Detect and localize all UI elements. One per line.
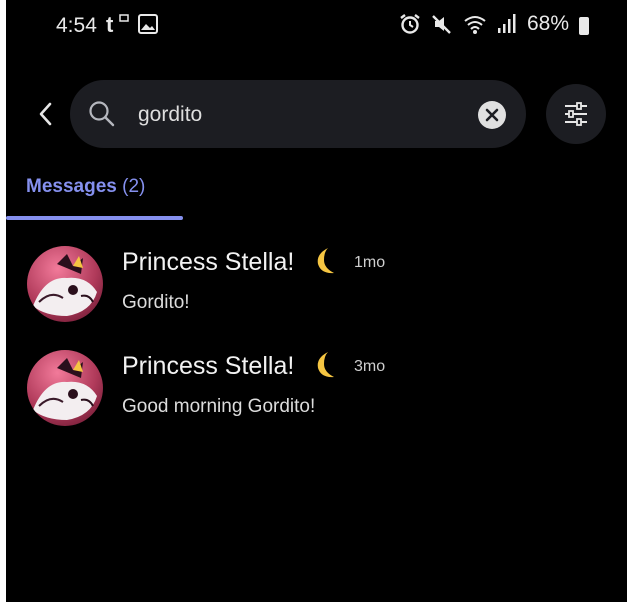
back-button[interactable] [30, 96, 60, 132]
search-input[interactable] [136, 98, 480, 132]
wifi-icon [464, 16, 486, 34]
message-timestamp: 1mo [354, 254, 386, 271]
author-name: Princess Stella! [122, 248, 295, 276]
tab-count: (2) [122, 176, 146, 197]
svg-text:t: t [106, 12, 114, 36]
back-arrow-icon [39, 102, 52, 126]
search-tabs: Messages (2) [0, 170, 627, 222]
message-text: Good morning Gordito! [122, 396, 316, 417]
search-icon [89, 101, 115, 127]
message-timestamp: 3mo [354, 358, 386, 375]
message-result[interactable]: Princess Stella! 3mo Good morning Gordit… [0, 344, 627, 434]
clear-icon [485, 108, 499, 122]
tab-label-text: Messages [26, 176, 117, 197]
message-result[interactable]: Princess Stella! 1mo Gordito! [0, 240, 627, 330]
tab-messages-label: Messages (2) [26, 176, 145, 198]
message-text: Gordito! [122, 292, 190, 313]
avatar-art-icon [33, 254, 97, 316]
active-tab-indicator [6, 216, 183, 220]
signal-icon [497, 14, 516, 33]
battery-icon [579, 17, 589, 35]
crescent-moon-icon [317, 248, 334, 274]
filter-icon [565, 102, 587, 126]
mute-icon [432, 15, 451, 34]
app-screen: 4:54 t 68% gordito Messages (2) Princess… [0, 0, 627, 602]
avatar [27, 246, 103, 322]
status-time: 4:54 [56, 14, 97, 37]
avatar-art-icon [33, 358, 97, 420]
tab-messages[interactable]: Messages (2) [6, 170, 183, 220]
search-row [0, 80, 627, 148]
author-name: Princess Stella! [122, 352, 295, 380]
status-bar: 4:54 t 68% [0, 0, 627, 52]
avatar [27, 350, 103, 426]
filter-button[interactable] [546, 84, 606, 144]
alarm-icon [400, 14, 420, 34]
search-box[interactable] [70, 80, 526, 148]
status-right-icons: 68% [399, 12, 589, 36]
image-icon [138, 14, 158, 34]
tumblr-icon: t [106, 12, 129, 36]
clear-search-button[interactable] [478, 101, 506, 129]
battery-percent: 68% [526, 12, 569, 35]
status-left-icons: t [106, 12, 158, 36]
crescent-moon-icon [317, 352, 334, 378]
